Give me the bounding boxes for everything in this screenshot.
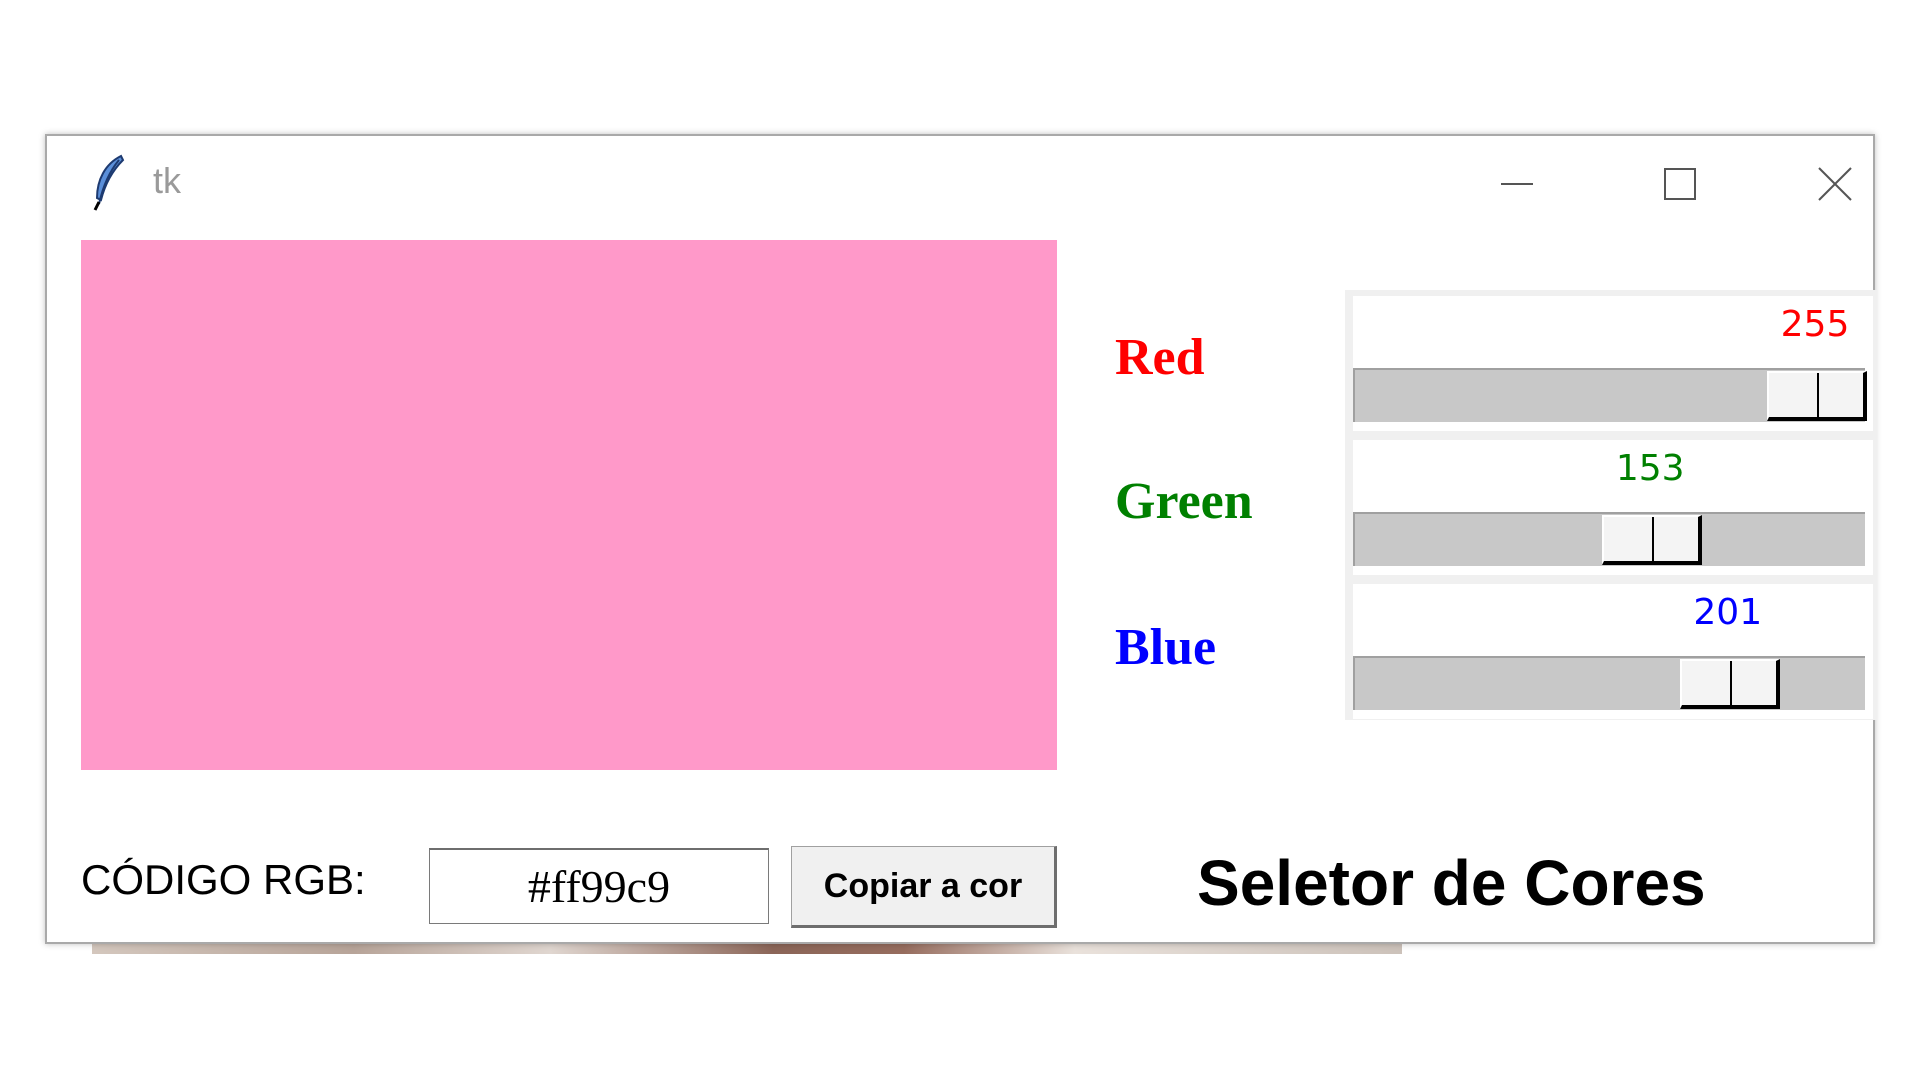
window-title: tk xyxy=(153,160,182,201)
red-slider-thumb[interactable] xyxy=(1767,371,1867,421)
minimize-button[interactable] xyxy=(1442,136,1592,232)
blue-slider-thumb[interactable] xyxy=(1679,659,1780,709)
copy-color-button[interactable]: Copiar a cor xyxy=(791,846,1057,928)
green-slider[interactable]: 153 xyxy=(1353,440,1873,575)
close-icon xyxy=(1815,164,1855,204)
slider-grip xyxy=(1817,373,1819,417)
app-window: tk Red Green Blue 255 153 201 CÓDIGO RGB… xyxy=(45,134,1877,944)
blue-slider[interactable]: 201 xyxy=(1353,584,1873,719)
red-slider-value: 255 xyxy=(1780,304,1850,345)
blue-label: Blue xyxy=(1115,619,1217,676)
minimize-icon xyxy=(1497,164,1537,204)
slider-grip xyxy=(1729,661,1732,705)
green-label: Green xyxy=(1115,473,1253,530)
green-slider-thumb[interactable] xyxy=(1602,515,1703,565)
close-button[interactable] xyxy=(1760,136,1910,232)
app-heading: Seletor de Cores xyxy=(1197,847,1706,919)
maximize-icon xyxy=(1660,164,1700,204)
green-slider-value: 153 xyxy=(1615,448,1685,489)
hex-code-field[interactable] xyxy=(429,848,769,924)
red-slider-trough[interactable] xyxy=(1353,368,1867,422)
blue-slider-value: 201 xyxy=(1693,592,1763,633)
maximize-button[interactable] xyxy=(1605,136,1755,232)
slider-grip xyxy=(1652,517,1655,561)
red-label: Red xyxy=(1115,329,1205,386)
green-slider-trough[interactable] xyxy=(1353,512,1865,566)
rgb-code-label: CÓDIGO RGB: xyxy=(81,856,366,903)
feather-icon xyxy=(91,154,127,212)
title-bar[interactable]: tk xyxy=(47,136,1873,232)
blue-slider-trough[interactable] xyxy=(1353,656,1865,710)
slider-panel: 255 153 201 xyxy=(1345,290,1877,720)
color-preview xyxy=(81,240,1057,770)
red-slider[interactable]: 255 xyxy=(1353,296,1873,431)
